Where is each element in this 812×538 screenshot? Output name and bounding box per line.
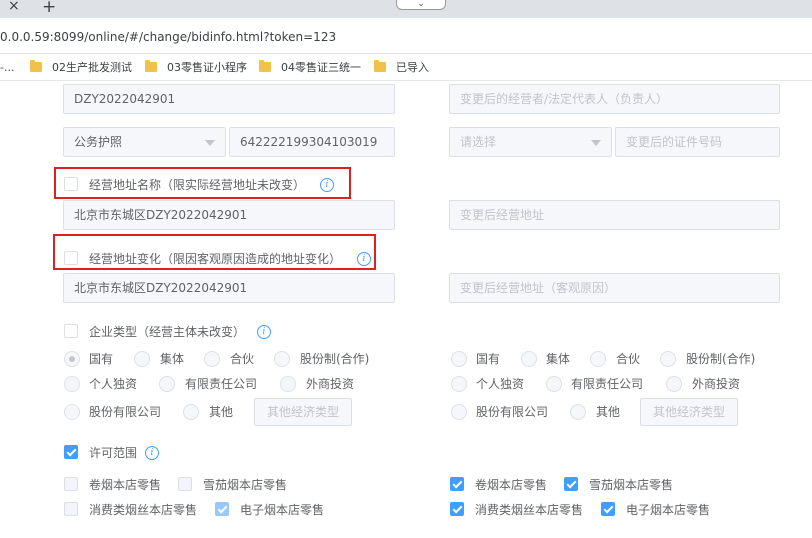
scope-label: 电子烟本店零售 bbox=[240, 503, 325, 517]
radio-label: 其他 bbox=[596, 405, 621, 419]
radio-label: 集体 bbox=[160, 352, 185, 366]
bookmark-item[interactable]: 已导入 bbox=[374, 60, 429, 75]
radio-state-owned-new[interactable] bbox=[451, 351, 467, 367]
radio-joint-stock bbox=[274, 351, 290, 367]
scope-label: 雪茄烟本店零售 bbox=[203, 478, 288, 492]
radio-label: 外商投资 bbox=[306, 377, 355, 391]
bookmarks-bar: -... 02生产批发测试 03零售证小程序 04零售证三统一 已导入 bbox=[0, 55, 812, 81]
scope-cigarette-checkbox bbox=[64, 477, 78, 491]
reg-no-field: DZY2022042901 bbox=[63, 84, 395, 114]
bookmark-item[interactable]: 03零售证小程序 bbox=[145, 60, 247, 75]
radio-state-owned bbox=[64, 351, 80, 367]
radio-joint-stock-new[interactable] bbox=[660, 351, 676, 367]
radio-other-new[interactable] bbox=[570, 404, 586, 420]
radio-ltd bbox=[64, 404, 80, 420]
new-id-type-select: 请选择 bbox=[449, 127, 612, 157]
radio-label: 其他 bbox=[209, 405, 234, 419]
radio-label: 股份有限公司 bbox=[89, 405, 162, 419]
radio-sole-new[interactable] bbox=[451, 376, 467, 392]
scope-tobacco-new-checkbox[interactable] bbox=[450, 502, 464, 516]
radio-label: 外商投资 bbox=[692, 377, 741, 391]
scope-label: 卷烟本店零售 bbox=[89, 478, 162, 492]
id-type-select: 公务护照 bbox=[63, 127, 226, 157]
highlight-box bbox=[53, 234, 376, 270]
radio-sole bbox=[64, 376, 80, 392]
radio-label: 国有 bbox=[476, 352, 501, 366]
scope-label: 电子烟本店零售 bbox=[626, 503, 711, 517]
radio-label: 国有 bbox=[89, 352, 114, 366]
new-addr-field: 变更后经营地址 bbox=[449, 200, 780, 230]
bookmark-overflow[interactable]: -... bbox=[0, 61, 14, 75]
scope-cigar-new-checkbox[interactable] bbox=[564, 477, 578, 491]
radio-partnership-new[interactable] bbox=[590, 351, 606, 367]
scope-label: 卷烟本店零售 bbox=[475, 478, 548, 492]
addr-change-field: 北京市东城区DZY2022042901 bbox=[63, 273, 395, 303]
close-tab-icon[interactable]: × bbox=[8, 0, 20, 14]
scope-ecig-new-checkbox[interactable] bbox=[601, 502, 615, 516]
bookmark-item[interactable]: 02生产批发测试 bbox=[30, 60, 132, 75]
radio-label: 有限责任公司 bbox=[185, 377, 258, 391]
scope-label: 消费类烟丝本店零售 bbox=[475, 503, 584, 517]
new-rep-field: 变更后的经营者/法定代表人（负责人） bbox=[449, 84, 780, 114]
radio-collective bbox=[134, 351, 150, 367]
radio-label: 股份制(合作) bbox=[300, 352, 370, 366]
radio-collective-new[interactable] bbox=[521, 351, 537, 367]
scope-cigarette-new-checkbox[interactable] bbox=[450, 477, 464, 491]
radio-other bbox=[183, 404, 199, 420]
info-icon[interactable]: i bbox=[257, 325, 271, 339]
radio-foreign bbox=[280, 376, 296, 392]
license-scope-label: 许可范围 bbox=[89, 446, 138, 460]
ent-type-checkbox[interactable] bbox=[64, 324, 78, 338]
other-econ-field-new[interactable]: 其他经济类型 bbox=[640, 398, 738, 426]
id-number-field: 642222199304103019 bbox=[229, 127, 395, 157]
highlight-box bbox=[54, 167, 351, 199]
folder-icon bbox=[374, 60, 386, 72]
address-bar[interactable]: 0.0.0.59:8099/online/#/change/bidinfo.ht… bbox=[0, 18, 812, 54]
tab-strip: × + ⌄ bbox=[0, 0, 812, 18]
url-text[interactable]: 0.0.0.59:8099/online/#/change/bidinfo.ht… bbox=[0, 30, 336, 44]
scope-cigar-checkbox bbox=[178, 477, 192, 491]
id-type-value: 公务护照 bbox=[74, 135, 123, 149]
scope-label: 消费类烟丝本店零售 bbox=[89, 503, 198, 517]
radio-label: 合伙 bbox=[616, 352, 641, 366]
radio-label: 股份制(合作) bbox=[686, 352, 756, 366]
new-addr-objective-field: 变更后经营地址（客观原因） bbox=[449, 273, 780, 303]
ent-type-label: 企业类型（经营主体未改变） bbox=[89, 325, 246, 339]
tab-search-button[interactable]: ⌄ bbox=[396, 0, 446, 10]
radio-label: 合伙 bbox=[230, 352, 255, 366]
radio-label: 股份有限公司 bbox=[476, 405, 549, 419]
new-id-no-field: 变更后的证件号码 bbox=[615, 127, 780, 157]
chevron-down-icon bbox=[205, 140, 215, 146]
radio-partnership bbox=[204, 351, 220, 367]
radio-llc bbox=[159, 376, 175, 392]
radio-label: 集体 bbox=[546, 352, 571, 366]
chevron-down-icon bbox=[591, 140, 601, 146]
bookmark-item[interactable]: 04零售证三统一 bbox=[259, 60, 361, 75]
radio-ltd-new[interactable] bbox=[451, 404, 467, 420]
radio-label: 有限责任公司 bbox=[571, 377, 644, 391]
new-tab-icon[interactable]: + bbox=[42, 0, 56, 17]
radio-llc-new[interactable] bbox=[546, 376, 562, 392]
license-scope-checkbox[interactable] bbox=[64, 445, 78, 459]
scope-tobacco-checkbox bbox=[64, 502, 78, 516]
radio-foreign-new[interactable] bbox=[666, 376, 682, 392]
new-id-type-placeholder: 请选择 bbox=[460, 135, 497, 149]
folder-icon bbox=[145, 60, 157, 72]
addr-name-field: 北京市东城区DZY2022042901 bbox=[63, 200, 395, 230]
info-icon[interactable]: i bbox=[145, 446, 159, 460]
scope-label: 雪茄烟本店零售 bbox=[589, 478, 674, 492]
radio-label: 个人独资 bbox=[476, 377, 525, 391]
folder-icon bbox=[30, 60, 42, 72]
scope-ecig-checkbox bbox=[215, 502, 229, 516]
folder-icon bbox=[259, 60, 271, 72]
radio-label: 个人独资 bbox=[89, 377, 138, 391]
other-econ-field: 其他经济类型 bbox=[254, 398, 352, 426]
